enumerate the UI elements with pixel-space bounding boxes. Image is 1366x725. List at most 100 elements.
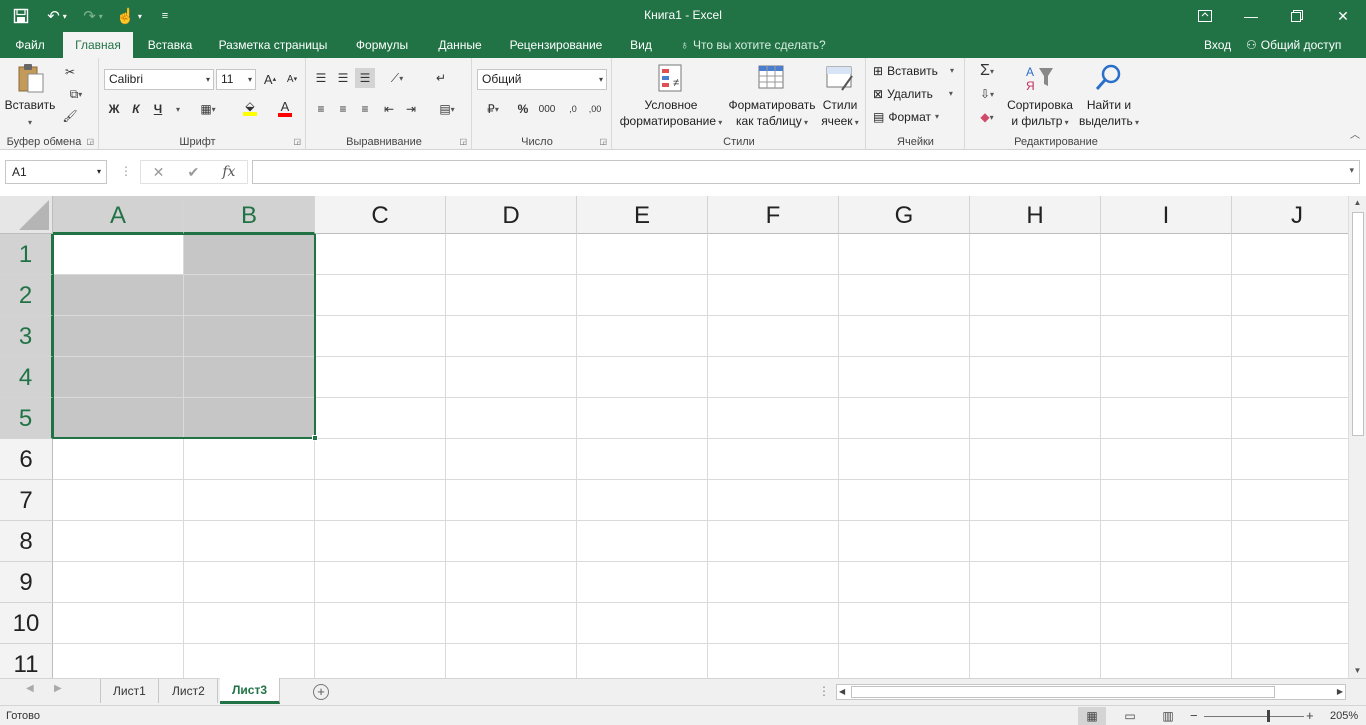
- column-header-j[interactable]: J: [1232, 196, 1348, 234]
- tab-insert[interactable]: Вставка: [140, 32, 200, 58]
- underline-dropdown-icon[interactable]: ▾: [168, 99, 188, 119]
- shrink-font-icon[interactable]: A ▾: [282, 69, 302, 89]
- horizontal-scrollbar[interactable]: ◀ ▶: [836, 684, 1346, 700]
- prev-sheet-icon[interactable]: ◀: [26, 683, 34, 694]
- merge-center-icon[interactable]: ▤ ▾: [431, 99, 463, 119]
- cancel-icon[interactable]: ✕: [153, 164, 165, 181]
- row-header-7[interactable]: 7: [0, 480, 53, 521]
- collapse-ribbon-icon[interactable]: ︿: [1350, 126, 1360, 141]
- zoom-slider[interactable]: [1204, 716, 1304, 717]
- thousands-separator-button[interactable]: 000: [535, 99, 559, 119]
- format-cells-button[interactable]: ▤ Формат ▾: [873, 107, 939, 127]
- align-top-icon[interactable]: ☰: [311, 68, 331, 88]
- restore-icon[interactable]: [1274, 0, 1320, 32]
- tab-home[interactable]: Главная: [63, 32, 133, 59]
- delete-cells-button[interactable]: ⊠ Удалить ▾: [873, 84, 953, 104]
- add-sheet-icon[interactable]: +: [313, 684, 329, 700]
- copy-icon[interactable]: ⧉ ▾: [60, 84, 92, 104]
- zoom-slider-thumb[interactable]: [1267, 710, 1270, 722]
- zoom-level[interactable]: 205%: [1330, 710, 1358, 722]
- font-launcher-icon[interactable]: ◲: [293, 137, 301, 146]
- increase-indent-icon[interactable]: ⇥: [401, 99, 421, 119]
- row-header-2[interactable]: 2: [0, 275, 53, 316]
- italic-button[interactable]: К: [126, 99, 146, 119]
- row-header-6[interactable]: 6: [0, 439, 53, 480]
- conditional-formatting-button[interactable]: ≠ Условное форматирование ▾: [617, 62, 725, 131]
- decrease-decimal-button[interactable]: ,00: [585, 99, 605, 119]
- column-header-b[interactable]: B: [184, 196, 315, 234]
- orientation-icon[interactable]: ⟋ ▾: [381, 68, 413, 88]
- column-header-g[interactable]: G: [839, 196, 970, 234]
- paste-button[interactable]: Вставить ▾: [4, 62, 56, 131]
- underline-button[interactable]: Ч: [148, 99, 168, 119]
- currency-icon[interactable]: ₽ ▾: [477, 99, 509, 119]
- row-header-4[interactable]: 4: [0, 357, 53, 398]
- page-layout-view-icon[interactable]: ▭: [1116, 707, 1144, 725]
- column-header-h[interactable]: H: [970, 196, 1101, 234]
- tab-split-handle[interactable]: ⋮: [818, 684, 830, 698]
- fill-handle[interactable]: [312, 435, 318, 441]
- horizontal-scroll-thumb[interactable]: [851, 686, 1275, 698]
- column-header-c[interactable]: C: [315, 196, 446, 234]
- font-color-icon[interactable]: A: [270, 98, 300, 118]
- font-size-combo[interactable]: 11 ▾: [216, 69, 256, 90]
- tell-me-box[interactable]: ♁ Что вы хотите сделать?: [680, 32, 826, 58]
- clipboard-launcher-icon[interactable]: ◲: [86, 137, 94, 146]
- tab-formulas[interactable]: Формулы: [346, 32, 418, 58]
- row-header-5[interactable]: 5: [0, 398, 53, 439]
- expand-formula-icon[interactable]: ▾: [1349, 165, 1354, 176]
- align-middle-icon[interactable]: ☰: [333, 68, 353, 88]
- formula-input[interactable]: ▾: [252, 160, 1360, 184]
- column-header-e[interactable]: E: [577, 196, 708, 234]
- decrease-indent-icon[interactable]: ⇤: [379, 99, 399, 119]
- percent-button[interactable]: %: [513, 99, 533, 119]
- row-header-8[interactable]: 8: [0, 521, 53, 562]
- column-header-i[interactable]: I: [1101, 196, 1232, 234]
- fill-color-icon[interactable]: ⬙: [234, 98, 266, 118]
- number-format-combo[interactable]: Общий ▾: [477, 69, 607, 90]
- row-header-10[interactable]: 10: [0, 603, 53, 644]
- align-right-icon[interactable]: ≡: [355, 99, 375, 119]
- zoom-in-icon[interactable]: +: [1306, 708, 1314, 723]
- column-header-a[interactable]: A: [53, 196, 184, 234]
- cut-icon[interactable]: ✂: [60, 62, 80, 82]
- tab-page-layout[interactable]: Разметка страницы: [212, 32, 334, 58]
- insert-cells-button[interactable]: ⊞ Вставить ▾: [873, 61, 954, 81]
- borders-icon[interactable]: ▦ ▾: [192, 99, 224, 119]
- format-painter-icon[interactable]: 🖌: [60, 106, 80, 126]
- tab-data[interactable]: Данные: [430, 32, 490, 58]
- number-launcher-icon[interactable]: ◲: [599, 137, 607, 146]
- scroll-down-icon[interactable]: ▼: [1349, 664, 1366, 678]
- enter-icon[interactable]: ✔: [187, 164, 199, 181]
- align-left-icon[interactable]: ≡: [311, 99, 331, 119]
- fill-down-icon[interactable]: ⇩ ▾: [972, 84, 1002, 104]
- ribbon-display-icon[interactable]: [1182, 0, 1228, 32]
- sheet-tab-2[interactable]: Лист2: [160, 679, 218, 703]
- row-header-3[interactable]: 3: [0, 316, 53, 357]
- share-button[interactable]: ⚇ Общий доступ: [1246, 32, 1341, 58]
- page-break-view-icon[interactable]: ▥: [1154, 707, 1182, 725]
- sort-filter-button[interactable]: АЯ Сортировка и фильтр ▾: [1004, 62, 1076, 131]
- tab-view[interactable]: Вид: [622, 32, 660, 58]
- normal-view-icon[interactable]: ▦: [1078, 707, 1106, 725]
- align-bottom-icon[interactable]: ☰: [355, 68, 375, 88]
- row-header-11[interactable]: 11: [0, 644, 53, 678]
- font-name-combo[interactable]: Calibri ▾: [104, 69, 214, 90]
- clear-icon[interactable]: ◆ ▾: [972, 107, 1002, 127]
- paste-dropdown-icon[interactable]: ▾: [28, 118, 32, 127]
- tab-file[interactable]: Файл: [6, 32, 54, 58]
- autosum-icon[interactable]: Σ ▾: [972, 61, 1002, 81]
- worksheet-grid[interactable]: ABCDEFGHIJ 1 2 3 4 5 6 7 8 9 10 11: [0, 196, 1348, 678]
- next-sheet-icon[interactable]: ▶: [54, 683, 62, 694]
- column-header-f[interactable]: F: [708, 196, 839, 234]
- vertical-scrollbar[interactable]: ▲ ▼: [1348, 196, 1366, 678]
- alignment-launcher-icon[interactable]: ◲: [459, 137, 467, 146]
- vertical-scroll-thumb[interactable]: [1352, 212, 1364, 436]
- grow-font-icon[interactable]: A ▴: [260, 69, 280, 89]
- cell-styles-button[interactable]: Стили ячеек ▾: [817, 62, 863, 131]
- name-box[interactable]: A1 ▾: [5, 160, 107, 184]
- wrap-text-icon[interactable]: ↵: [431, 68, 451, 88]
- find-select-button[interactable]: Найти и выделить ▾: [1076, 62, 1142, 131]
- scroll-left-icon[interactable]: ◀: [839, 685, 845, 699]
- bold-button[interactable]: Ж: [104, 99, 124, 119]
